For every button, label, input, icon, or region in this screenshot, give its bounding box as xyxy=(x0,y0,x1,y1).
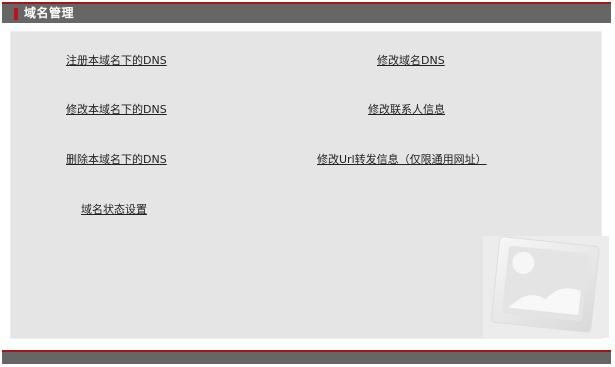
modify-contact-link[interactable]: 修改联系人信息 xyxy=(368,103,445,117)
register-dns-link[interactable]: 注册本域名下的DNS xyxy=(66,54,167,68)
panel-header: 域名管理 xyxy=(2,4,611,23)
header-accent-marker xyxy=(14,8,18,20)
panel-title: 域名管理 xyxy=(24,6,75,20)
delete-dns-link[interactable]: 删除本域名下的DNS xyxy=(66,153,167,167)
domain-management-panel: 域名管理 注册本域名下的DNS 修改域名DNS 修改本域名下的DNS 修改联系人… xyxy=(2,2,611,364)
image-placeholder-icon xyxy=(483,236,609,338)
modify-domain-dns-link[interactable]: 修改域名DNS xyxy=(377,54,445,68)
modify-dns-link[interactable]: 修改本域名下的DNS xyxy=(66,103,167,117)
modify-url-forward-link[interactable]: 修改Url转发信息（仅限通用网址） xyxy=(317,153,487,167)
domain-status-link[interactable]: 域名状态设置 xyxy=(81,203,147,217)
content-area: 注册本域名下的DNS 修改域名DNS 修改本域名下的DNS 修改联系人信息 删除… xyxy=(10,31,609,339)
panel-footer xyxy=(2,352,611,364)
